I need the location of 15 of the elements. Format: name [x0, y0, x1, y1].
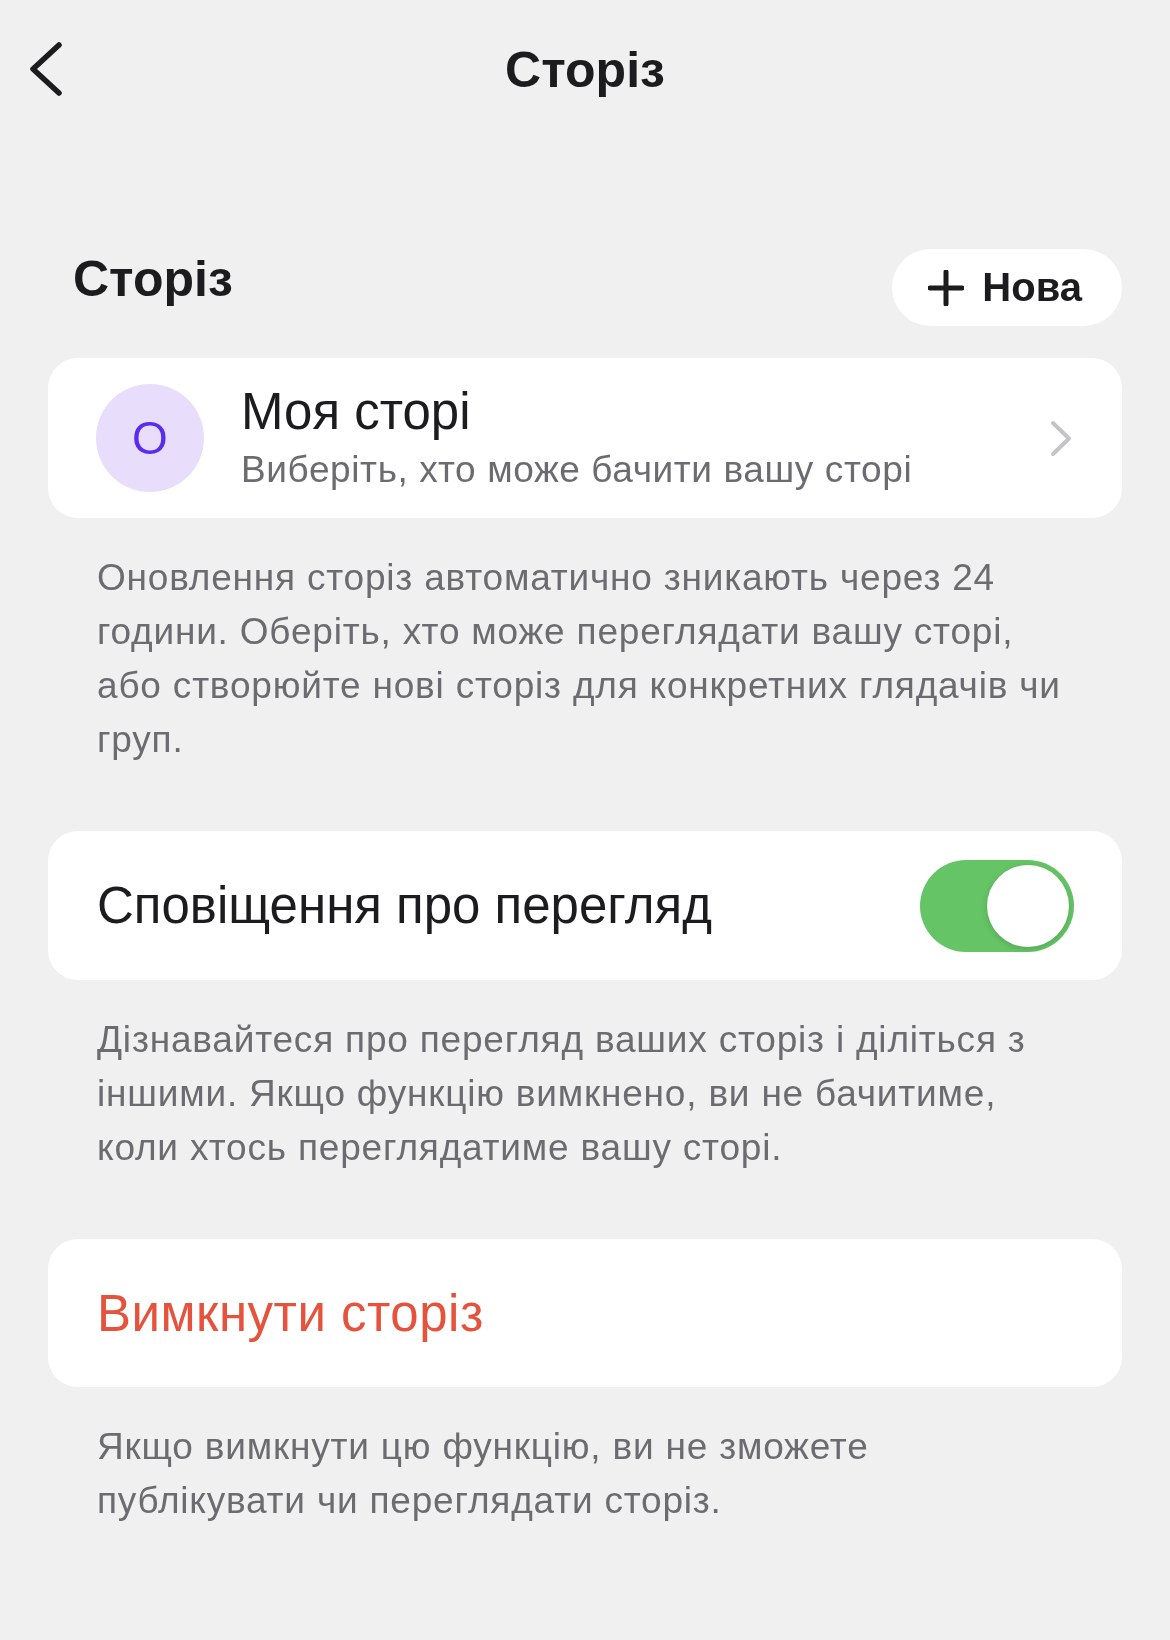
plus-icon [928, 269, 965, 306]
disable-stories-button[interactable]: Вимкнути сторіз [48, 1239, 1122, 1387]
screen-title: Сторіз [505, 42, 665, 98]
chevron-right-icon [1050, 419, 1072, 457]
story-subtitle: Виберіть, хто може бачити вашу сторі [241, 448, 913, 492]
new-story-button[interactable]: Нова [892, 249, 1122, 326]
disable-note: Якщо вимкнути цю функцію, ви не зможете публікувати чи переглядати сторіз. [96, 1425, 870, 1523]
notification-note: Дізнавайтеся про перегляд ваших сторіз і діліться з іншими. Якщо функцію вимкнено, ви не бачитиме, коли хтось переглядатиме вашу сторі. [96, 1018, 1027, 1170]
avatar: О [96, 384, 204, 492]
notification-label: Сповіщення про перегляд [97, 876, 712, 935]
section-title: Сторіз [73, 249, 233, 308]
story-title: Моя сторі [241, 384, 471, 440]
story-note: Оновлення сторіз автоматично зникають через 24 години. Оберіть, хто може переглядати вашу сторі, або створюйте нові сторіз для конкретних глядачів чи груп. [96, 556, 1062, 762]
story-card[interactable]: О Моя сторі Виберіть, хто може бачити вашу сторі [48, 358, 1122, 518]
back-icon[interactable] [29, 42, 63, 96]
